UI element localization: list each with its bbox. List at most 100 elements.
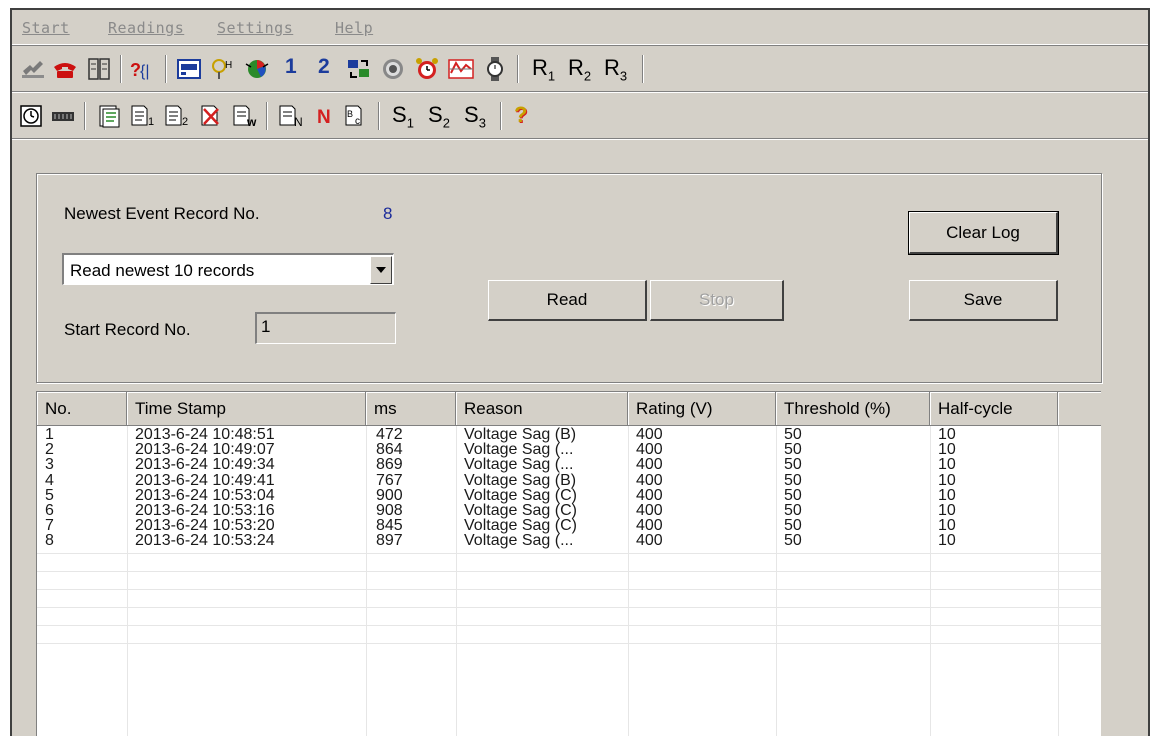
menu-start[interactable]: Start	[22, 19, 70, 37]
cell-no: 8	[45, 532, 54, 550]
table-row[interactable]: 5 2013-6-24 10:53:04 900 Voltage Sag (C) 400…	[37, 487, 1101, 504]
main-window: Start Readings Settings Help ?{| H 1 2	[10, 8, 1150, 736]
query-icon[interactable]: ? {|	[128, 53, 158, 85]
cell-threshold: 50	[784, 532, 802, 550]
table-row[interactable]: 8 2013-6-24 10:53:24 897 Voltage Sag (... 40…	[37, 532, 1101, 550]
record-mode-select[interactable]: Read newest 10 records	[62, 253, 394, 285]
svg-text:N: N	[317, 107, 331, 128]
cell-half-cycle: 10	[938, 532, 956, 550]
alarm-clock-icon[interactable]	[412, 53, 442, 85]
grid-line	[37, 624, 1101, 626]
menu-settings[interactable]: Settings	[217, 19, 293, 37]
start-record-label: Start Record No.	[64, 320, 191, 339]
record-mode-value: Read newest 10 records	[70, 261, 255, 280]
meter-display-icon[interactable]	[174, 53, 204, 85]
toolbar-records: 1 2 w N N Bc S1 S2 S3 ?	[12, 94, 1148, 139]
connect-icon[interactable]	[18, 53, 48, 85]
record-abc-icon[interactable]: Bc	[342, 100, 372, 132]
table-body: 1 2013-6-24 10:48:51 472 Voltage Sag (B) 400…	[37, 426, 1101, 736]
newest-record-label: Newest Event Record No.	[64, 204, 260, 223]
relay-3-button[interactable]: R3	[604, 55, 627, 83]
relay-2-button[interactable]: R2	[568, 55, 591, 83]
grid-line	[37, 606, 1101, 608]
watch-icon[interactable]	[480, 53, 510, 85]
toolbar-separator	[165, 55, 167, 83]
relay-1-button[interactable]: R1	[532, 55, 555, 83]
grid-line	[37, 570, 1101, 572]
setpoint-3-button[interactable]: S3	[464, 102, 486, 130]
cell-time-stamp: 2013-6-24 10:53:24	[135, 532, 275, 550]
record-n-icon[interactable]: N	[276, 100, 306, 132]
telephone-icon[interactable]	[50, 53, 80, 85]
device-info-icon[interactable]	[84, 53, 114, 85]
toolbar-separator	[266, 102, 268, 130]
column-filler	[1058, 392, 1101, 426]
svg-text:N: N	[294, 115, 303, 129]
clock-icon[interactable]	[16, 100, 46, 132]
column-ms[interactable]: ms	[366, 392, 456, 426]
record-delete-icon[interactable]	[196, 100, 226, 132]
table-header: No. Time Stamp ms Reason Rating (V) Thre…	[37, 392, 1101, 426]
newest-record-value: 8	[383, 204, 393, 223]
setpoint-2-button[interactable]: S2	[428, 102, 450, 130]
cell-rating: 400	[636, 532, 663, 550]
table-row[interactable]: 7 2013-6-24 10:53:20 845 Voltage Sag (C) 400…	[37, 517, 1101, 534]
clear-log-button[interactable]: Clear Log	[908, 211, 1059, 255]
record-2-icon[interactable]: 2	[162, 100, 192, 132]
svg-text:{|: {|	[140, 63, 150, 80]
chevron-down-icon[interactable]	[370, 256, 392, 284]
svg-text:2: 2	[182, 116, 188, 128]
toolbar-separator	[378, 102, 380, 130]
cell-reason: Voltage Sag (...	[464, 532, 574, 550]
toolbar-separator	[84, 102, 86, 130]
table-row[interactable]: 1 2013-6-24 10:48:51 472 Voltage Sag (B) 400…	[37, 426, 1101, 443]
column-threshold[interactable]: Threshold (%)	[776, 392, 930, 426]
table-row[interactable]: 3 2013-6-24 10:49:34 869 Voltage Sag (... 40…	[37, 456, 1101, 473]
svg-text:w: w	[246, 115, 257, 129]
table-row[interactable]: 4 2013-6-24 10:49:41 767 Voltage Sag (B) 400…	[37, 472, 1101, 489]
column-reason[interactable]: Reason	[456, 392, 628, 426]
toolbar-separator	[517, 55, 519, 83]
harmonics-icon[interactable]	[242, 53, 272, 85]
table-row[interactable]: 2 2013-6-24 10:49:07 864 Voltage Sag (... 40…	[37, 441, 1101, 458]
svg-text:H: H	[225, 60, 232, 71]
event-control-panel: Newest Event Record No. 8 Read newest 10…	[36, 173, 1102, 383]
stop-button[interactable]: Stop	[650, 280, 784, 321]
save-button[interactable]: Save	[909, 280, 1058, 321]
read-button[interactable]: Read	[488, 280, 647, 321]
column-half-cycle[interactable]: Half-cycle	[930, 392, 1058, 426]
cell-ms: 897	[376, 532, 403, 550]
start-record-input[interactable]: 1	[255, 312, 396, 344]
menu-help[interactable]: Help	[335, 19, 373, 37]
grid-line	[37, 642, 1101, 644]
column-no[interactable]: No.	[37, 392, 127, 426]
record-all-icon[interactable]	[94, 100, 124, 132]
power-factor-icon[interactable]: H	[208, 53, 238, 85]
svg-text:1: 1	[148, 116, 154, 128]
menu-bar: Start Readings Settings Help	[12, 10, 1148, 45]
setpoint-1-button[interactable]: S1	[392, 102, 414, 130]
channel-2-button[interactable]: 2	[318, 55, 330, 79]
column-time-stamp[interactable]: Time Stamp	[127, 392, 366, 426]
record-write-icon[interactable]: w	[230, 100, 260, 132]
grid-line	[37, 552, 1101, 554]
waveform-icon[interactable]	[446, 53, 476, 85]
record-1-icon[interactable]: 1	[128, 100, 158, 132]
memory-icon[interactable]	[48, 100, 78, 132]
toolbar-separator	[500, 102, 502, 130]
toolbar-main: ? {| H 1 2 R1 R2 R3	[12, 47, 1148, 92]
transfer-icon[interactable]	[344, 53, 374, 85]
table-row[interactable]: 6 2013-6-24 10:53:16 908 Voltage Sag (C) 400…	[37, 502, 1101, 519]
event-log-table[interactable]: No. Time Stamp ms Reason Rating (V) Thre…	[36, 391, 1101, 736]
svg-text:c: c	[355, 116, 360, 127]
channel-1-button[interactable]: 1	[285, 55, 297, 79]
target-icon[interactable]	[378, 53, 408, 85]
svg-text:B: B	[347, 109, 353, 119]
new-record-icon[interactable]: N	[310, 100, 340, 132]
column-rating[interactable]: Rating (V)	[628, 392, 776, 426]
menu-readings[interactable]: Readings	[108, 19, 184, 37]
help-question-icon[interactable]: ?	[514, 102, 527, 128]
grid-line	[37, 588, 1101, 590]
toolbar-separator	[642, 55, 644, 83]
toolbar-separator	[120, 55, 122, 83]
